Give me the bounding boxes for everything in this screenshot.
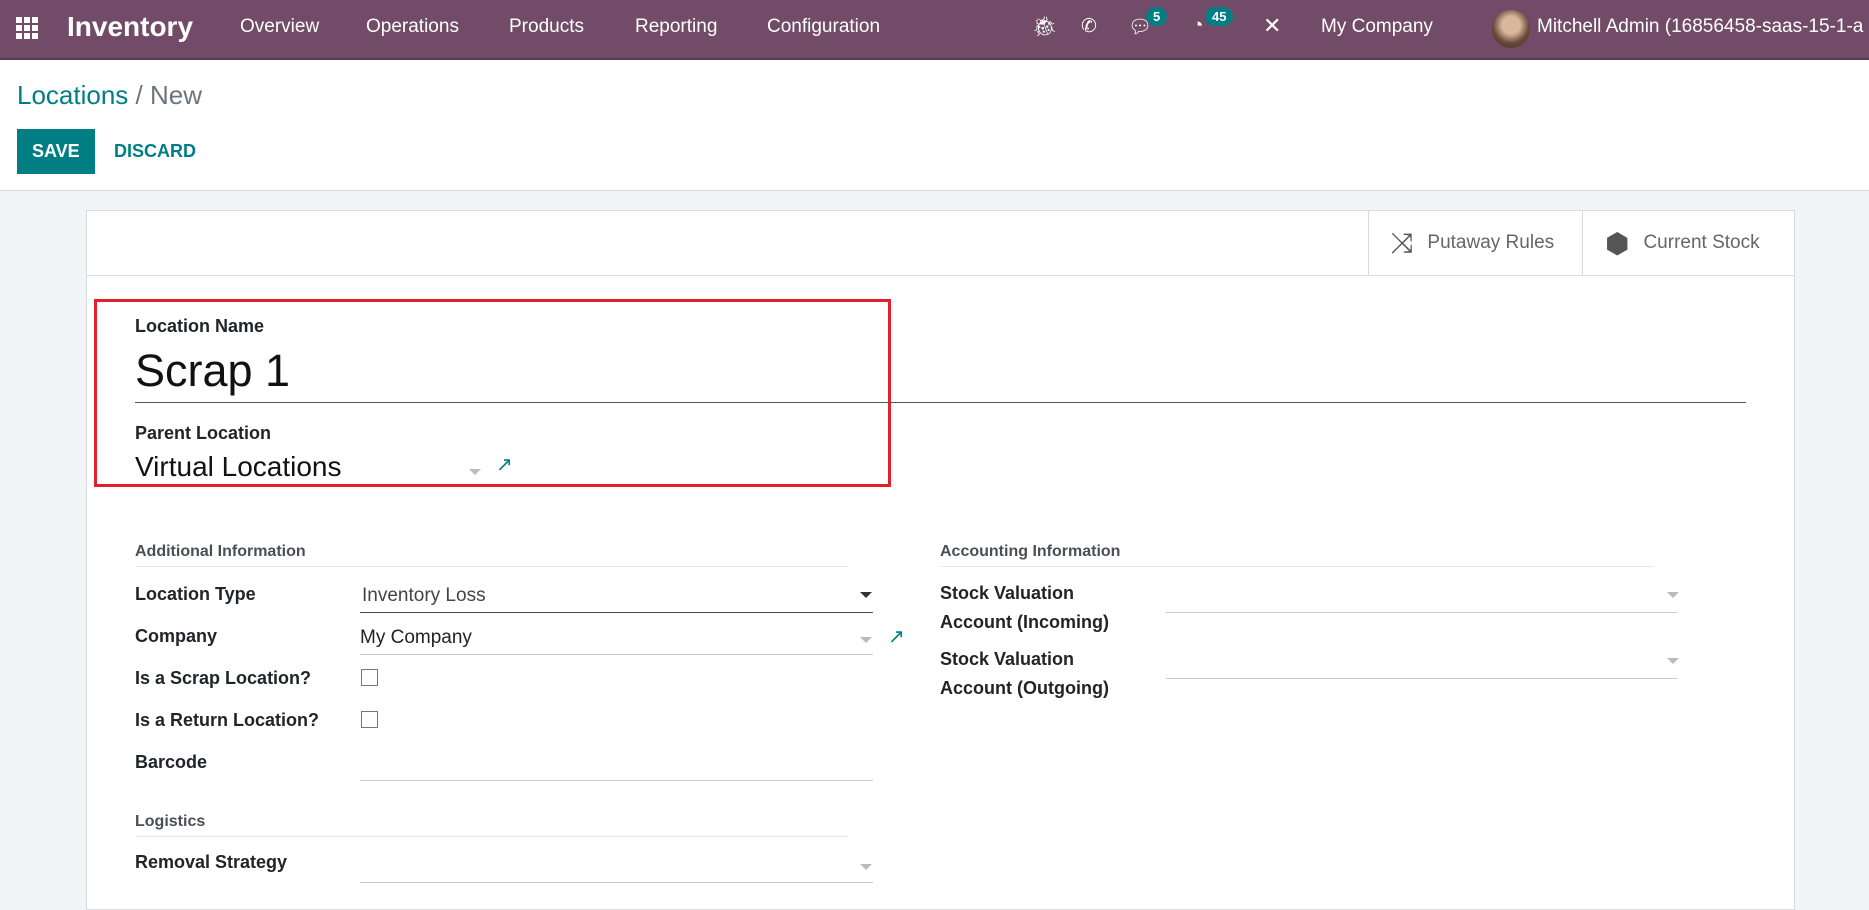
menu-reporting[interactable]: Reporting xyxy=(635,16,717,38)
bug-icon[interactable]: 🐞︎ xyxy=(1032,14,1057,39)
messages-badge: 5 xyxy=(1146,7,1168,26)
removal-underline xyxy=(360,882,873,883)
incoming-caret-icon[interactable] xyxy=(1667,592,1679,598)
return-location-checkbox[interactable] xyxy=(361,711,378,728)
apps-menu-icon[interactable] xyxy=(16,17,40,39)
location-type-underline xyxy=(360,612,873,613)
location-name-underline xyxy=(135,402,1746,403)
phone-icon[interactable]: ✆ xyxy=(1081,15,1097,38)
avatar[interactable] xyxy=(1492,10,1530,48)
accounting-info-title: Accounting Information xyxy=(940,543,1121,560)
menu-operations[interactable]: Operations xyxy=(366,16,459,38)
scrap-location-label: Is a Scrap Location? xyxy=(135,668,312,688)
menu-overview[interactable]: Overview xyxy=(240,16,319,38)
company-external-link-icon[interactable]: ↗ xyxy=(888,624,905,649)
outgoing-caret-icon[interactable] xyxy=(1667,658,1679,664)
outgoing-account-input[interactable] xyxy=(1166,678,1678,679)
current-stock-button[interactable]: ⬢ Current Stock xyxy=(1582,211,1796,275)
parent-dropdown-caret-icon[interactable] xyxy=(469,469,481,475)
company-caret-icon[interactable] xyxy=(860,637,872,643)
removal-strategy-label: Removal Strategy xyxy=(135,852,288,872)
parent-location-input[interactable]: Virtual Locations xyxy=(135,451,342,483)
outgoing-account-label-2: Account (Outgoing) xyxy=(940,678,1109,698)
barcode-underline xyxy=(360,780,873,781)
putaway-rules-button[interactable]: ⤨ Putaway Rules xyxy=(1368,211,1582,275)
activities-icon[interactable]: ◔ xyxy=(1192,15,1203,37)
save-button[interactable]: SAVE xyxy=(17,129,95,174)
navbar: Inventory Overview Operations Products R… xyxy=(0,0,1869,60)
company-underline xyxy=(360,654,873,655)
menu-products[interactable]: Products xyxy=(509,16,584,38)
outgoing-account-label-1: Stock Valuation xyxy=(940,649,1075,669)
breadcrumb: Locations / New xyxy=(17,80,202,111)
divider xyxy=(135,566,849,567)
location-name-label: Location Name xyxy=(135,316,265,336)
location-type-caret-icon[interactable] xyxy=(860,592,872,598)
logistics-title: Logistics xyxy=(135,813,206,830)
company-switcher[interactable]: My Company xyxy=(1321,16,1433,38)
tools-icon[interactable]: ✕ xyxy=(1263,13,1281,39)
divider xyxy=(940,566,1654,567)
external-link-icon[interactable]: ↗ xyxy=(496,452,513,477)
scrap-location-checkbox[interactable] xyxy=(361,669,378,686)
breadcrumb-locations[interactable]: Locations xyxy=(17,80,128,110)
company-input[interactable]: My Company xyxy=(360,627,472,649)
discard-button[interactable]: DISCARD xyxy=(99,129,211,174)
divider xyxy=(135,836,849,837)
control-panel: Locations / New SAVE DISCARD xyxy=(0,60,1869,191)
activities-badge: 45 xyxy=(1205,7,1234,26)
return-location-label: Is a Return Location? xyxy=(135,710,320,730)
incoming-account-input[interactable] xyxy=(1166,612,1678,613)
incoming-account-label-2: Account (Incoming) xyxy=(940,612,1109,632)
menu-configuration[interactable]: Configuration xyxy=(767,16,880,38)
button-box: ⤨ Putaway Rules ⬢ Current Stock xyxy=(87,211,1794,276)
app-name[interactable]: Inventory xyxy=(67,11,193,43)
incoming-account-label-1: Stock Valuation xyxy=(940,583,1075,603)
putaway-rules-label: Putaway Rules xyxy=(1427,232,1555,253)
company-label: Company xyxy=(135,626,218,646)
location-name-input[interactable]: Scrap 1 xyxy=(135,345,290,397)
additional-info-title: Additional Information xyxy=(135,543,306,560)
user-menu[interactable]: Mitchell Admin (16856458-saas-15-1-a xyxy=(1537,16,1863,38)
breadcrumb-current: / New xyxy=(135,80,203,110)
current-stock-label: Current Stock xyxy=(1643,232,1760,253)
location-type-select[interactable]: Inventory Loss xyxy=(362,585,486,607)
removal-caret-icon[interactable] xyxy=(860,864,872,870)
barcode-label: Barcode xyxy=(135,752,208,772)
location-type-label: Location Type xyxy=(135,584,256,604)
shuffle-icon: ⤨ xyxy=(1391,226,1414,258)
parent-location-label: Parent Location xyxy=(135,423,272,443)
cubes-icon: ⬢ xyxy=(1605,227,1630,259)
